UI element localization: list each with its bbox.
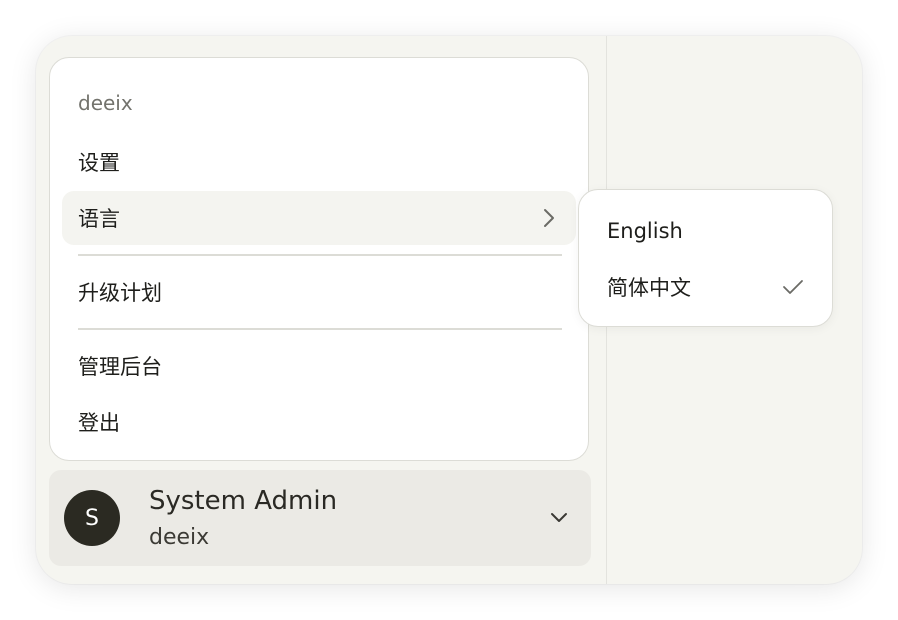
language-option-label: English xyxy=(607,219,683,243)
menu-item-label: 语言 xyxy=(78,207,120,231)
menu-header-workspace: deeix xyxy=(78,91,133,115)
checkmark-icon xyxy=(783,280,803,294)
language-submenu: English 简体中文 xyxy=(578,189,833,327)
menu-item-label: 设置 xyxy=(78,151,120,175)
menu-item-logout[interactable]: 登出 xyxy=(62,395,576,449)
menu-item-label: 管理后台 xyxy=(78,355,162,379)
avatar: S xyxy=(64,490,120,546)
menu-item-label: 升级计划 xyxy=(78,281,162,305)
menu-separator xyxy=(78,328,562,330)
menu-item-label: 登出 xyxy=(78,411,120,435)
language-option-simplified-chinese[interactable]: 简体中文 xyxy=(587,262,824,312)
chevron-right-icon xyxy=(544,209,554,227)
account-menu: deeix 设置 语言 升级计划 管理后台 登出 xyxy=(49,57,589,461)
menu-item-admin-console[interactable]: 管理后台 xyxy=(62,339,576,393)
user-account-button[interactable]: S System Admin deeix xyxy=(49,470,591,566)
menu-item-upgrade-plan[interactable]: 升级计划 xyxy=(62,265,576,319)
language-option-english[interactable]: English xyxy=(587,206,824,256)
language-option-label: 简体中文 xyxy=(607,276,691,300)
user-handle: deeix xyxy=(149,525,210,550)
user-name: System Admin xyxy=(149,486,338,516)
menu-separator xyxy=(78,254,562,256)
menu-item-language[interactable]: 语言 xyxy=(62,191,576,245)
menu-item-settings[interactable]: 设置 xyxy=(62,135,576,189)
chevron-down-icon xyxy=(551,513,567,522)
